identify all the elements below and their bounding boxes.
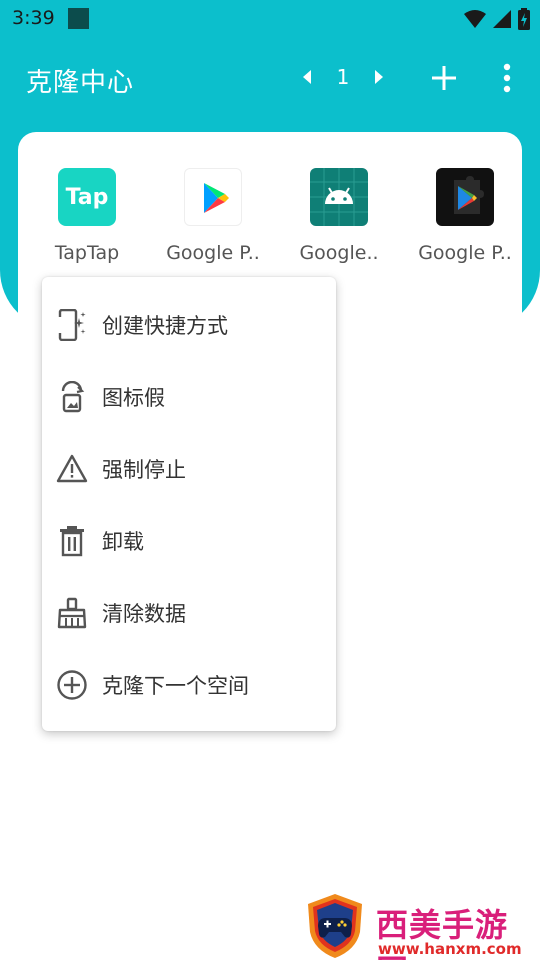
cell-signal-icon	[493, 10, 511, 28]
gamepad-shield-logo-icon	[308, 894, 362, 958]
broom-icon	[56, 597, 88, 629]
menu-item-label: 清除数据	[102, 602, 186, 626]
app-grid: Tap TapTap Google P.. Google.. Google P.…	[18, 168, 522, 264]
context-menu: 创建快捷方式 图标假 强制停止 卸载 清除数据 克隆下一个空间	[42, 277, 336, 731]
app-tile-play-services[interactable]: Google P..	[408, 168, 522, 264]
page-switcher: 1	[296, 64, 390, 90]
app-tile-google-android[interactable]: Google..	[282, 168, 396, 264]
play-services-icon	[436, 168, 494, 226]
android-icon	[310, 168, 368, 226]
menu-item-label: 创建快捷方式	[102, 314, 228, 338]
warning-icon	[56, 453, 88, 485]
menu-item-clear-data[interactable]: 清除数据	[42, 577, 336, 649]
next-page-button[interactable]	[368, 64, 390, 90]
app-label: TapTap	[54, 242, 120, 264]
add-icon	[432, 66, 456, 90]
app-label: Google P..	[418, 242, 512, 264]
menu-item-icon-disguise[interactable]: 图标假	[42, 361, 336, 433]
page-title: 克隆中心	[26, 68, 135, 98]
app-tile-taptap[interactable]: Tap TapTap	[30, 168, 144, 264]
taptap-icon: Tap	[58, 168, 116, 226]
site-watermark: 西美手游网 www.hanxm.com	[300, 890, 540, 960]
more-options-button[interactable]	[496, 62, 518, 94]
more-vert-icon	[503, 63, 511, 93]
app-label: Google P..	[166, 242, 260, 264]
add-button[interactable]	[430, 64, 458, 92]
watermark-url: www.hanxm.com	[378, 940, 522, 958]
battery-charging-icon	[518, 8, 530, 30]
menu-item-create-shortcut[interactable]: 创建快捷方式	[42, 289, 336, 361]
icon-disguise-icon	[56, 381, 88, 413]
shortcut-icon	[56, 309, 88, 341]
trash-icon	[56, 525, 88, 557]
app-tile-google-play[interactable]: Google P..	[156, 168, 270, 264]
menu-item-force-stop[interactable]: 强制停止	[42, 433, 336, 505]
page-number: 1	[336, 65, 350, 89]
menu-item-uninstall[interactable]: 卸载	[42, 505, 336, 577]
wifi-icon	[464, 10, 486, 28]
menu-item-clone-next-space[interactable]: 克隆下一个空间	[42, 649, 336, 721]
menu-item-label: 强制停止	[102, 458, 186, 482]
app-bar: 克隆中心 1	[0, 38, 540, 120]
app-label: Google..	[299, 242, 379, 264]
add-circle-icon	[56, 669, 88, 701]
square-notification-icon	[68, 8, 89, 29]
menu-item-label: 克隆下一个空间	[102, 674, 249, 698]
status-icons	[464, 8, 530, 30]
google-play-icon	[184, 168, 242, 226]
menu-item-label: 图标假	[102, 386, 165, 410]
status-bar: 3:39	[0, 0, 540, 38]
menu-item-label: 卸载	[102, 530, 144, 554]
next-page-icon	[375, 70, 383, 84]
prev-page-icon	[303, 70, 311, 84]
status-time: 3:39	[12, 7, 55, 29]
prev-page-button[interactable]	[296, 64, 318, 90]
